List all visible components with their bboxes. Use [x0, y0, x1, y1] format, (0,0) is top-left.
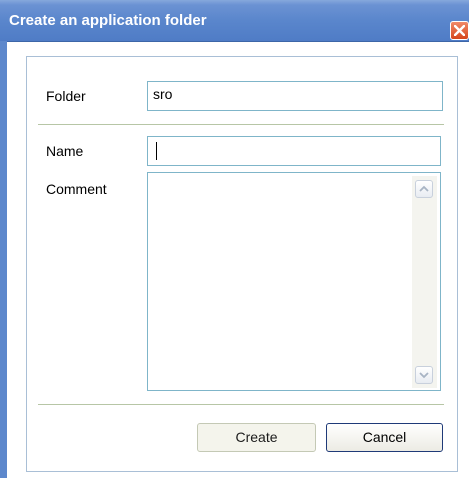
create-button[interactable]: Create [197, 423, 316, 452]
scroll-down-button[interactable] [415, 366, 433, 384]
text-cursor [156, 142, 157, 160]
window-border [0, 41, 7, 478]
name-label: Name [46, 143, 84, 159]
comment-textarea[interactable] [147, 172, 441, 391]
chevron-up-icon [419, 185, 429, 192]
cancel-button[interactable]: Cancel [326, 423, 443, 452]
folder-field: sro [147, 81, 443, 111]
name-input[interactable] [147, 136, 441, 166]
comment-scrollbar[interactable] [412, 176, 437, 388]
scroll-up-button[interactable] [415, 180, 433, 198]
title-bar[interactable]: Create an application folder [0, 0, 469, 42]
folder-label: Folder [46, 88, 86, 104]
close-icon [454, 25, 465, 36]
divider-top [38, 124, 444, 125]
divider-bottom [38, 404, 444, 405]
comment-label: Comment [46, 181, 107, 197]
chevron-down-icon [419, 372, 429, 379]
close-button[interactable] [450, 21, 469, 40]
window-title: Create an application folder [9, 12, 207, 29]
